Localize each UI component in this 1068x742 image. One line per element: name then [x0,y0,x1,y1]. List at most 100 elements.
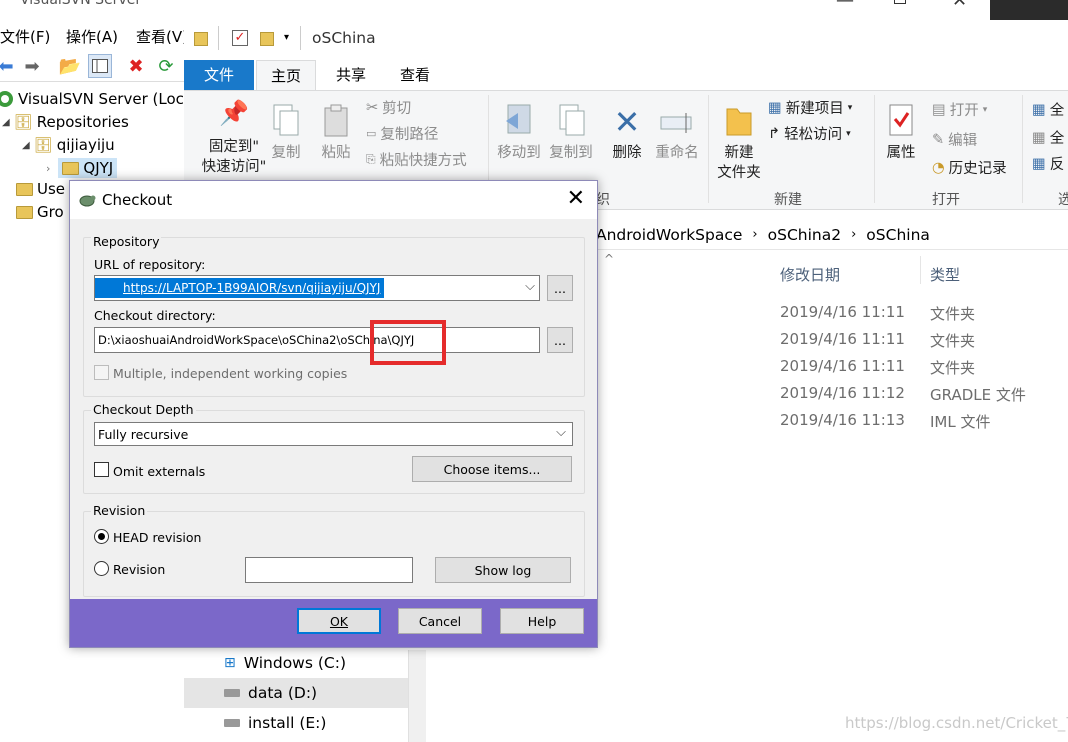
refresh-icon[interactable]: ⟳ [154,54,178,78]
delete-icon[interactable]: ✖ [124,54,148,78]
dropdown-icon: ▾ [846,128,851,139]
drive-icon [224,719,240,727]
new-folder-quick-icon[interactable] [260,32,274,46]
tree-repo[interactable]: ◢ 🗄 qijiayiju [22,136,115,154]
group-new-label: 新建 [774,192,802,208]
history-icon: ◔ [932,159,945,176]
properties-quick-icon[interactable]: ✓ [232,30,248,46]
show-hide-tree-icon[interactable] [88,54,112,78]
select-all-button[interactable]: ▦ 全 [1032,99,1064,120]
multiple-wc-checkbox[interactable] [94,365,109,380]
depth-group-label: Checkout Depth [91,402,196,417]
customize-quick-access-icon[interactable]: ▾ [284,32,289,43]
rename-icon [652,103,702,143]
dropdown-icon: ▾ [847,102,853,113]
invert-selection-button[interactable]: ▦ 反 [1032,153,1064,174]
copy-to-button[interactable]: 复制到 [546,103,596,163]
file-type: 文件夹 [930,359,976,377]
up-folder-icon[interactable]: 📂 [58,54,82,78]
copy-path-icon: ▭ [366,127,377,140]
tree-repositories[interactable]: ◢ 🗄 Repositories [2,113,129,131]
paste-button[interactable]: 粘贴 [316,103,356,163]
tortoise-icon [78,193,96,207]
tree-groups[interactable]: Gro [16,203,64,221]
close-icon[interactable]: ✕ [567,187,585,211]
url-label: URL of repository: [94,257,206,272]
tree-folder[interactable]: › QJYJ [46,158,118,178]
ribbon-tabs: 文件 主页 共享 查看 [184,60,1068,91]
delete-button[interactable]: ✕ 删除 [604,103,650,163]
easy-access-button[interactable]: ↱ 轻松访问 ▾ [768,123,851,144]
checkout-directory-input[interactable]: D:\xiaoshuaiAndroidWorkSpace\oSChina2\oS… [94,327,540,353]
column-header-type[interactable]: 类型 [930,264,960,285]
forward-icon[interactable]: ➡ [20,54,44,78]
url-combobox[interactable]: https://LAPTOP-1B99AIOR/svn/qijiayiju/QJ… [94,275,540,301]
column-header-date[interactable]: 修改日期 [780,264,840,285]
maximize-icon[interactable] [894,0,906,4]
edit-icon: ✎ [932,131,945,148]
tab-share[interactable]: 共享 [322,60,380,90]
choose-items-button[interactable]: Choose items... [412,456,572,482]
breadcrumb-item[interactable]: oSChina [866,226,930,244]
properties-button[interactable]: 属性 [878,103,924,163]
drive-d[interactable]: data (D:) [184,678,408,708]
revision-input[interactable] [245,557,413,583]
minimize-icon[interactable]: — [836,0,854,11]
select-none-button[interactable]: ▦ 全 [1032,127,1064,148]
history-button[interactable]: ◔ 历史记录 [932,157,1007,178]
browse-url-button[interactable]: ... [547,275,573,301]
copy-path-button[interactable]: ▭ 复制路径 [366,123,438,144]
drive-c[interactable]: ⊞ Windows (C:) [184,648,408,678]
cancel-button[interactable]: Cancel [398,608,482,634]
new-item-icon: ▦ [768,99,782,116]
menu-file[interactable]: 文件(F) [0,26,50,47]
delete-icon: ✕ [613,103,641,141]
menu-action[interactable]: 操作(A) [66,26,118,47]
cut-button[interactable]: ✂ 剪切 [366,97,411,118]
close-icon[interactable]: ✕ [952,0,967,11]
revision-radio[interactable] [94,561,109,576]
url-value: https://LAPTOP-1B99AIOR/svn/qijiayiju/QJ… [95,278,385,298]
tree-root[interactable]: VisualSVN Server (Local) [0,90,203,108]
ok-button[interactable]: OK [297,608,381,634]
rename-button[interactable]: 重命名 [652,103,702,163]
tree-users[interactable]: Use [16,180,65,198]
explorer-titlebar: ✓ ▾ oSChina [184,20,1068,60]
tab-home[interactable]: 主页 [256,60,317,91]
file-type: 文件夹 [930,332,976,350]
tab-file[interactable]: 文件 [184,60,254,90]
open-button[interactable]: ▤ 打开 ▾ [932,99,987,120]
help-button[interactable]: Help [500,608,584,634]
tab-view[interactable]: 查看 [386,60,444,90]
background-window-strip [990,0,1068,20]
new-item-button[interactable]: ▦ 新建项目 ▾ [768,97,852,118]
back-icon[interactable]: ⬅ [0,54,18,78]
show-log-button[interactable]: Show log [435,557,571,583]
breadcrumb-item[interactable]: oSChina2 [768,226,841,244]
window-controls: — ✕ [830,0,990,20]
nav-scrollbar[interactable] [408,650,426,742]
head-revision-radio[interactable] [94,529,109,544]
chevron-down-icon: ⌵ [556,425,566,440]
copy-button[interactable]: 复制 [266,103,306,163]
paste-shortcut-button[interactable]: ⎘ 粘贴快捷方式 [366,149,467,170]
file-type: 文件夹 [930,305,976,323]
pin-quick-access-button[interactable]: 📌 固定到" 快速访问" [194,101,274,177]
chevron-down-icon[interactable]: ⌵ [525,279,535,294]
edit-button[interactable]: ✎ 编辑 [932,129,977,150]
head-revision-label: HEAD revision [113,530,202,545]
breadcrumb[interactable]: AndroidWorkSpace › oSChina2 › oSChina [584,220,1068,250]
sort-ascending-icon: ^ [604,252,615,266]
omit-externals-checkbox[interactable] [94,462,109,477]
browse-directory-button[interactable]: ... [547,327,573,353]
easy-access-icon: ↱ [768,125,781,142]
move-to-button[interactable]: 移动到 [494,103,544,163]
breadcrumb-item[interactable]: AndroidWorkSpace [596,226,742,244]
file-date: 2019/4/16 11:13 [780,411,905,429]
new-folder-button[interactable]: 新建 文件夹 [714,103,764,183]
expand-icon: › [46,161,51,175]
depth-select[interactable]: Fully recursive ⌵ [94,422,573,446]
move-to-icon [494,103,544,143]
drive-e[interactable]: install (E:) [184,708,408,738]
menu-view[interactable]: 查看(V) [136,26,188,47]
